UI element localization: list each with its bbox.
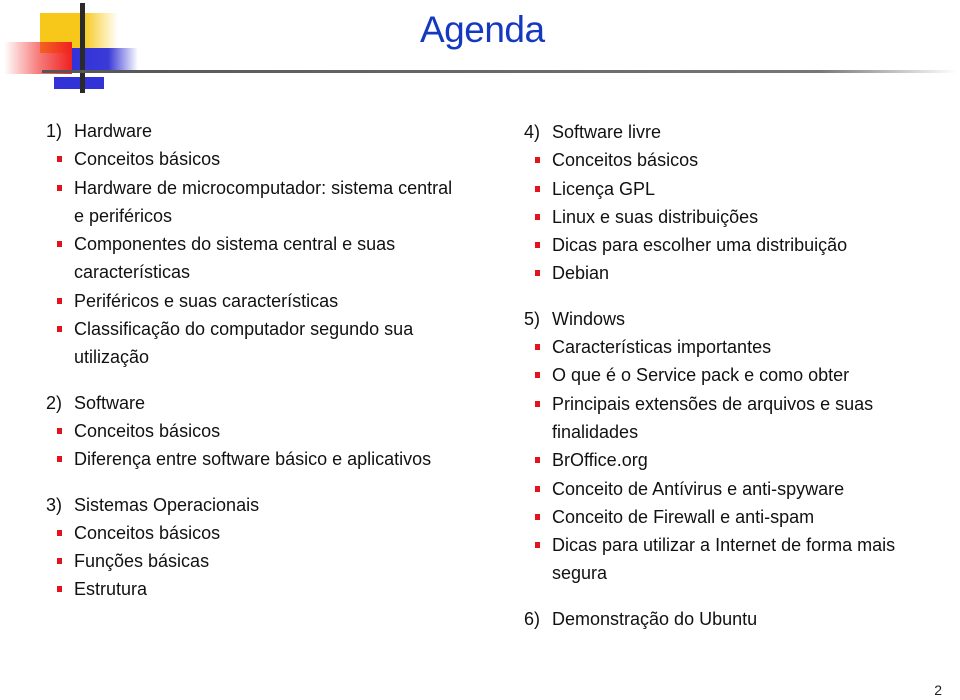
square-bullet-icon <box>56 575 74 603</box>
section-heading-text: Software <box>74 392 146 413</box>
section-number: 6) <box>524 608 541 629</box>
square-bullet-icon <box>534 203 552 231</box>
list-item-text: Linux e suas distribuições <box>552 206 759 227</box>
list-item: Funções básicas <box>46 547 466 575</box>
list-item-text: Estrutura <box>74 579 148 600</box>
list-item: Conceito de Antívirus e anti-spyware <box>524 475 954 503</box>
list-item: Diferença entre software básico e aplica… <box>46 445 466 473</box>
list-item: Componentes do sistema central e suas ca… <box>46 230 466 287</box>
square-bullet-icon <box>56 547 74 575</box>
square-bullet-icon <box>534 390 552 447</box>
list-item-text: Conceito de Antívirus e anti-spyware <box>552 478 845 499</box>
list-item-text: Funções básicas <box>74 551 210 572</box>
square-bullet-icon <box>534 259 552 287</box>
list-item: Conceitos básicos <box>46 417 466 445</box>
agenda-section: 6) Demonstração do Ubuntu <box>524 605 954 633</box>
list-item: O que é o Service pack e como obter <box>524 361 954 389</box>
square-bullet-icon <box>534 475 552 503</box>
list-item: Estrutura <box>46 575 466 603</box>
square-bullet-icon <box>56 145 74 173</box>
section-heading-text: Hardware <box>74 121 153 141</box>
list-item-text: O que é o Service pack e como obter <box>552 365 850 386</box>
agenda-section: 5) Windows Características importantes O qu… <box>524 305 954 588</box>
square-bullet-icon <box>56 174 74 231</box>
section-heading: 6) Demonstração do Ubuntu <box>524 605 954 633</box>
section-number: 3) <box>46 494 63 515</box>
square-bullet-icon <box>534 503 552 531</box>
list-item-text: BrOffice.org <box>552 450 648 471</box>
section-heading-text: Demonstração do Ubuntu <box>552 608 758 629</box>
list-item: Dicas para escolher uma distribuição <box>524 231 954 259</box>
list-item: Periféricos e suas características <box>46 287 466 315</box>
list-item-text: Periféricos e suas características <box>74 290 339 311</box>
list-item-text: Debian <box>552 263 610 284</box>
logo-vertical-bar <box>80 3 85 93</box>
list-item: Conceitos básicos <box>46 519 466 547</box>
list-item: Linux e suas distribuições <box>524 203 954 231</box>
section-number: 1) <box>46 121 63 141</box>
list-item-text: Hardware de microcomputador: sistema cen… <box>74 177 453 226</box>
list-item-text: Licença GPL <box>552 178 656 199</box>
list-item-text: Diferença entre software básico e aplica… <box>74 449 432 470</box>
agenda-section: 4) Software livre Conceitos básicos Licença… <box>524 118 954 288</box>
section-heading-text: Software livre <box>552 122 662 142</box>
square-bullet-icon <box>534 446 552 474</box>
left-column: 1) Hardware Conceitos básicos Hardware de m… <box>46 117 466 621</box>
square-bullet-icon <box>534 146 552 174</box>
list-item-text: Conceitos básicos <box>74 420 221 441</box>
section-number: 2) <box>46 392 63 413</box>
list-item-text: Dicas para escolher uma distribuição <box>552 235 848 256</box>
list-item-text: Características importantes <box>552 337 772 358</box>
square-bullet-icon <box>56 417 74 445</box>
square-bullet-icon <box>56 519 74 547</box>
section-heading: 4) Software livre <box>524 118 954 146</box>
logo-blue-bar <box>54 77 104 89</box>
square-bullet-icon <box>534 333 552 361</box>
list-item-text: Conceito de Firewall e anti-spam <box>552 506 815 527</box>
agenda-section: 1) Hardware Conceitos básicos Hardware de m… <box>46 117 466 372</box>
square-bullet-icon <box>56 230 74 287</box>
list-item-text: Conceitos básicos <box>74 149 221 170</box>
agenda-section: 2) Software Conceitos básicos Diferença ent… <box>46 389 466 474</box>
square-bullet-icon <box>534 175 552 203</box>
decorative-squares-logo-icon <box>0 0 200 100</box>
list-item: BrOffice.org <box>524 446 954 474</box>
square-bullet-icon <box>56 287 74 315</box>
list-item-text: Principais extensões de arquivos e suas … <box>552 393 874 442</box>
page-number: 2 <box>934 682 942 698</box>
list-item: Principais extensões de arquivos e suas … <box>524 390 954 447</box>
list-item: Licença GPL <box>524 175 954 203</box>
slide-title: Agenda <box>420 9 545 50</box>
section-heading-text: Sistemas Operacionais <box>74 494 260 515</box>
list-item-text: Dicas para utilizar a Internet de forma … <box>552 535 896 584</box>
section-number: 5) <box>524 308 541 329</box>
section-heading: 5) Windows <box>524 305 954 333</box>
agenda-section: 3) Sistemas Operacionais Conceitos básicos… <box>46 491 466 604</box>
list-item: Conceitos básicos <box>46 145 466 173</box>
list-item: Características importantes <box>524 333 954 361</box>
square-bullet-icon <box>56 445 74 473</box>
section-heading: 1) Hardware <box>46 117 466 145</box>
square-bullet-icon <box>56 315 74 372</box>
list-item: Hardware de microcomputador: sistema cen… <box>46 174 466 231</box>
section-heading: 3) Sistemas Operacionais <box>46 491 466 519</box>
square-bullet-icon <box>534 361 552 389</box>
list-item-text: Classificação do computador segundo sua … <box>74 319 414 368</box>
list-item-text: Componentes do sistema central e suas ca… <box>74 234 396 283</box>
list-item: Dicas para utilizar a Internet de forma … <box>524 531 954 588</box>
list-item: Classificação do computador segundo sua … <box>46 315 466 372</box>
square-bullet-icon <box>534 531 552 588</box>
list-item-text: Conceitos básicos <box>74 522 221 543</box>
title-divider <box>42 70 957 73</box>
list-item: Conceito de Firewall e anti-spam <box>524 503 954 531</box>
list-item: Debian <box>524 259 954 287</box>
list-item-text: Conceitos básicos <box>552 150 699 171</box>
section-heading: 2) Software <box>46 389 466 417</box>
list-item: Conceitos básicos <box>524 146 954 174</box>
section-number: 4) <box>524 122 541 142</box>
square-bullet-icon <box>534 231 552 259</box>
right-column: 4) Software livre Conceitos básicos Licença… <box>524 118 954 650</box>
section-heading-text: Windows <box>552 308 626 329</box>
